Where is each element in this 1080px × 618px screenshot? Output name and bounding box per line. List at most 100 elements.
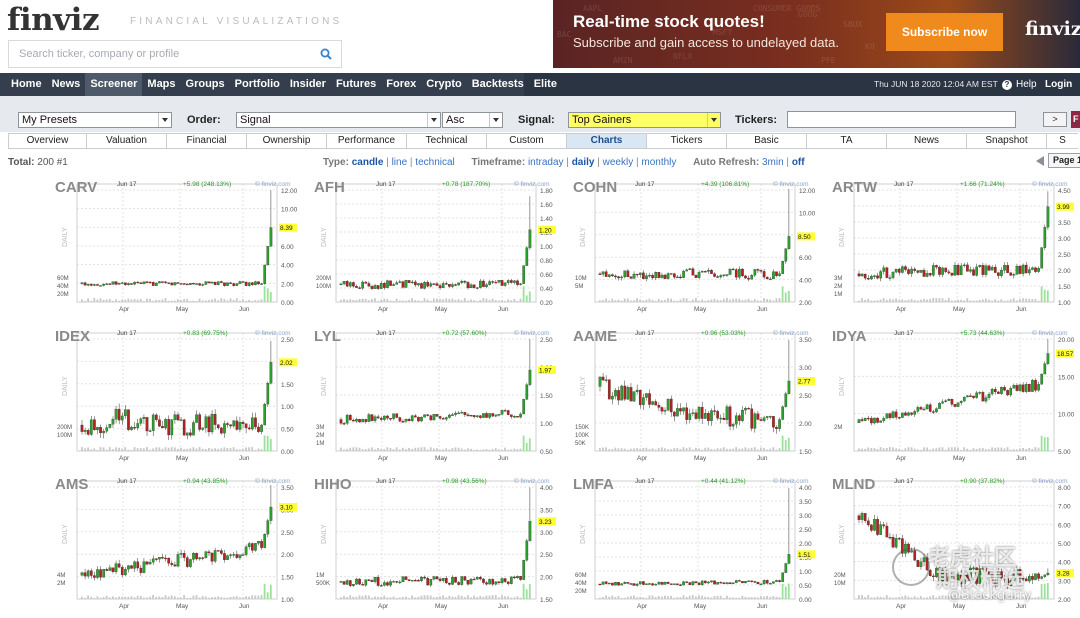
chart-ticker[interactable]: ARTW bbox=[832, 179, 878, 196]
volume-bar bbox=[688, 300, 691, 302]
tickers-go-button[interactable]: > bbox=[1043, 112, 1067, 127]
tab-financial[interactable]: Financial bbox=[166, 133, 246, 149]
volume-bar bbox=[1006, 300, 1009, 302]
chart-ams[interactable]: 3.503.002.502.001.501.00AprMayJunAMSJun … bbox=[55, 469, 310, 614]
chart-ticker[interactable]: COHN bbox=[573, 179, 617, 196]
chart-ticker[interactable]: IDEX bbox=[55, 328, 90, 345]
nav-item-groups[interactable]: Groups bbox=[181, 73, 230, 96]
tab-basic[interactable]: Basic bbox=[726, 133, 806, 149]
tab-charts[interactable]: Charts bbox=[566, 133, 646, 149]
volume-bar bbox=[198, 447, 201, 451]
search-box[interactable] bbox=[8, 40, 342, 68]
type-option-line[interactable]: line bbox=[392, 157, 408, 168]
volume-bar bbox=[445, 298, 448, 302]
login-link[interactable]: Login bbox=[1045, 73, 1072, 96]
presets-select[interactable]: My Presets bbox=[18, 112, 172, 128]
tab-tickers[interactable]: Tickers bbox=[646, 133, 726, 149]
tab-valuation[interactable]: Valuation bbox=[86, 133, 166, 149]
nav-item-crypto[interactable]: Crypto bbox=[421, 73, 466, 96]
chart-idex[interactable]: 2.502.001.501.000.500.00AprMayJunIDEXJun… bbox=[55, 321, 310, 466]
chart-hiho[interactable]: 4.00 3.50 3.00 2.50 2.00 1.50 Apr May Jun HIHO Jun… bbox=[314, 469, 569, 614]
finviz-logo[interactable]: finviz bbox=[7, 2, 100, 38]
candle-body bbox=[120, 415, 124, 421]
help-link[interactable]: ? Help bbox=[1002, 73, 1037, 96]
chart-ticker[interactable]: LYL bbox=[314, 328, 341, 345]
volume-bar bbox=[420, 300, 423, 302]
page-select[interactable]: Page 1 bbox=[1048, 153, 1080, 168]
candle-body bbox=[257, 281, 260, 285]
tickers-input[interactable] bbox=[787, 111, 1016, 128]
tab-ta[interactable]: TA bbox=[806, 133, 886, 149]
chart-ticker[interactable]: HIHO bbox=[314, 476, 352, 493]
x-tick-label: May bbox=[176, 455, 189, 462]
type-option-candle[interactable]: candle bbox=[352, 157, 384, 168]
nav-item-backtests[interactable]: Backtests bbox=[467, 73, 529, 96]
volume-bar bbox=[442, 449, 444, 451]
chart-ticker[interactable]: LMFA bbox=[573, 476, 614, 493]
tab-ownership[interactable]: Ownership bbox=[246, 133, 326, 149]
volume-bar bbox=[254, 449, 257, 451]
tab-news[interactable]: News bbox=[886, 133, 966, 149]
order-direction-select[interactable]: Asc bbox=[442, 112, 503, 128]
candle-body bbox=[170, 563, 174, 565]
subscribe-button[interactable]: Subscribe now bbox=[886, 13, 1003, 51]
type-option-technical[interactable]: technical bbox=[415, 157, 454, 168]
chart-ticker[interactable]: AFH bbox=[314, 179, 345, 196]
volume-bar bbox=[660, 300, 663, 302]
nav-item-insider[interactable]: Insider bbox=[285, 73, 331, 96]
chart-aame[interactable]: 3.50 3.00 2.50 2.00 1.50 Apr May Jun AAME Jun 17 +… bbox=[573, 321, 828, 466]
filters-toggle-button[interactable]: F bbox=[1071, 111, 1080, 128]
signal-select[interactable]: Top Gainers bbox=[568, 112, 721, 128]
timeframe-weekly[interactable]: weekly bbox=[603, 157, 634, 168]
chart-ticker[interactable]: AMS bbox=[55, 476, 88, 493]
volume-bar bbox=[960, 299, 962, 302]
candle-body bbox=[629, 276, 633, 279]
chart-artw[interactable]: 4.504.003.503.002.502.001.501.00AprMayJu… bbox=[832, 172, 1080, 317]
nav-item-portfolio[interactable]: Portfolio bbox=[230, 73, 285, 96]
chart-carv[interactable]: 12.0010.008.006.004.002.000.00AprMayJunC… bbox=[55, 172, 310, 317]
chart-ticker[interactable]: AAME bbox=[573, 328, 617, 345]
chart-idya[interactable]: 20.00 15.00 10.00 5.00 Apr May Jun IDYA Jun 17 +5… bbox=[832, 321, 1080, 466]
tab-snapshot[interactable]: Snapshot bbox=[966, 133, 1046, 149]
chart-ticker[interactable]: MLND bbox=[832, 476, 875, 493]
chart-lyl[interactable]: 2.502.001.501.000.50AprMayJunLYLJun 17+0… bbox=[314, 321, 569, 466]
refresh-3min[interactable]: 3min bbox=[762, 157, 784, 168]
nav-item-forex[interactable]: Forex bbox=[381, 73, 421, 96]
candle-body bbox=[768, 278, 772, 281]
candle-body bbox=[173, 564, 177, 567]
order-select[interactable]: Signal bbox=[236, 112, 441, 128]
candle-body bbox=[768, 416, 772, 418]
search-input[interactable] bbox=[9, 41, 309, 67]
timeframe-monthly[interactable]: monthly bbox=[641, 157, 676, 168]
chart-lmfa[interactable]: 4.00 3.50 3.00 2.50 2.00 1.50 1.00 0.50 0.00 Apr M… bbox=[573, 469, 828, 614]
volume-bar bbox=[217, 300, 220, 302]
chart-cohn[interactable]: 12.0010.008.006.004.002.00AprMayJunCOHNJ… bbox=[573, 172, 828, 317]
nav-item-news[interactable]: News bbox=[47, 73, 86, 96]
refresh-off[interactable]: off bbox=[792, 157, 805, 168]
nav-item-maps[interactable]: Maps bbox=[142, 73, 180, 96]
chart-ticker[interactable]: IDYA bbox=[832, 328, 867, 345]
chart-afh[interactable]: 1.801.601.401.201.000.800.600.400.20AprM… bbox=[314, 172, 569, 317]
volume-tick-label: 20M bbox=[575, 589, 587, 595]
page-selector[interactable]: Page 1 bbox=[1036, 153, 1080, 168]
tab-performance[interactable]: Performance bbox=[326, 133, 406, 149]
y-tick-label: 12.00 bbox=[799, 188, 816, 195]
prev-page-icon[interactable] bbox=[1036, 155, 1044, 166]
timeframe-daily[interactable]: daily bbox=[572, 157, 595, 168]
candle-body bbox=[500, 280, 504, 286]
tab-s[interactable]: S bbox=[1046, 133, 1078, 149]
search-icon[interactable] bbox=[320, 48, 332, 60]
subscribe-banner[interactable]: AAPL NFLX CONSUMER GOODS PFE SBUX KO MSF… bbox=[553, 0, 1080, 68]
tab-overview[interactable]: Overview bbox=[8, 133, 86, 149]
volume-bar bbox=[96, 449, 99, 451]
candle-body bbox=[339, 581, 343, 583]
chart-ticker[interactable]: CARV bbox=[55, 179, 97, 196]
nav-item-screener[interactable]: Screener bbox=[85, 73, 143, 96]
timeframe-intraday[interactable]: intraday bbox=[528, 157, 564, 168]
nav-item-home[interactable]: Home bbox=[6, 73, 47, 96]
volume-bar bbox=[975, 448, 978, 451]
tab-custom[interactable]: Custom bbox=[486, 133, 566, 149]
nav-item-elite[interactable]: Elite bbox=[529, 73, 562, 96]
nav-item-futures[interactable]: Futures bbox=[331, 73, 381, 96]
tab-technical[interactable]: Technical bbox=[406, 133, 486, 149]
